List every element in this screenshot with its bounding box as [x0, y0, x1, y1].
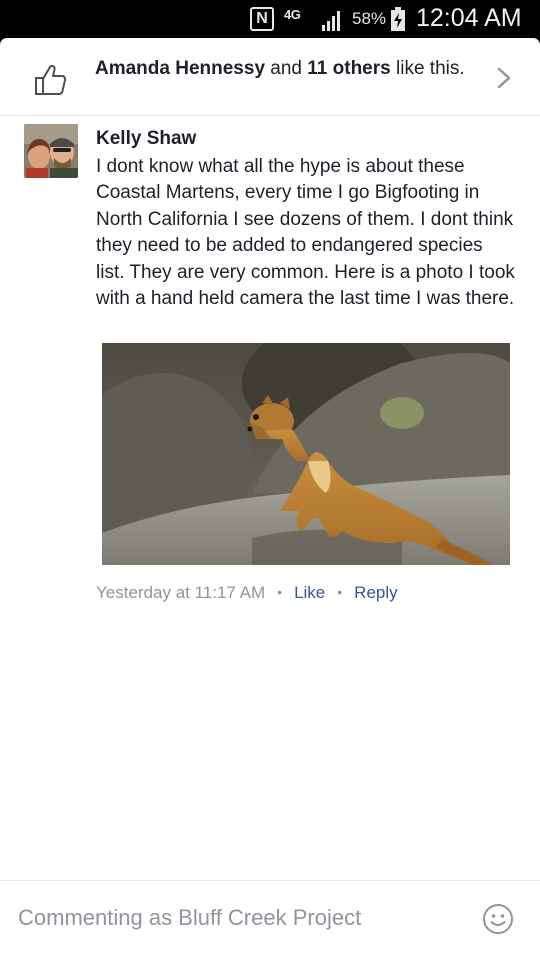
comment-author[interactable]: Kelly Shaw [96, 128, 196, 150]
liker-name: Amanda Hennessy [95, 58, 266, 79]
reply-link[interactable]: Reply [354, 583, 397, 602]
network-type-label: 4G [284, 7, 301, 22]
battery-percentage: 58% [352, 9, 387, 28]
clock: 12:04 AM [416, 4, 522, 32]
meta-separator: • [277, 584, 283, 600]
thumbs-up-icon [35, 64, 67, 95]
avatar[interactable] [24, 124, 78, 178]
battery-charging-icon [391, 7, 405, 31]
comments-sheet: Amanda Hennessy and 11 others like this.… [0, 38, 540, 960]
nfc-icon: N [250, 7, 274, 31]
comment-composer [0, 880, 540, 960]
like-link[interactable]: Like [294, 583, 325, 602]
signal-icon [322, 11, 340, 31]
comment-timestamp[interactable]: Yesterday at 11:17 AM [96, 583, 265, 602]
likes-connector: and [265, 58, 308, 79]
comment-meta: Yesterday at 11:17 AM • Like • Reply [96, 583, 398, 603]
comment-photo[interactable] [102, 343, 510, 565]
likes-summary-row[interactable]: Amanda Hennessy and 11 others like this. [0, 38, 540, 116]
chevron-right-icon[interactable] [494, 66, 514, 90]
meta-separator: • [337, 584, 343, 600]
comment-text: I dont know what all the hype is about t… [96, 156, 515, 310]
likes-summary-text: Amanda Hennessy and 11 others like this. [95, 56, 475, 81]
status-bar: N 4G 58% 12:04 AM [0, 0, 540, 38]
likes-suffix: like this. [390, 58, 465, 79]
comment-input[interactable] [18, 905, 458, 931]
emoji-icon[interactable] [482, 903, 514, 935]
likes-others-count: 11 others [307, 58, 391, 79]
